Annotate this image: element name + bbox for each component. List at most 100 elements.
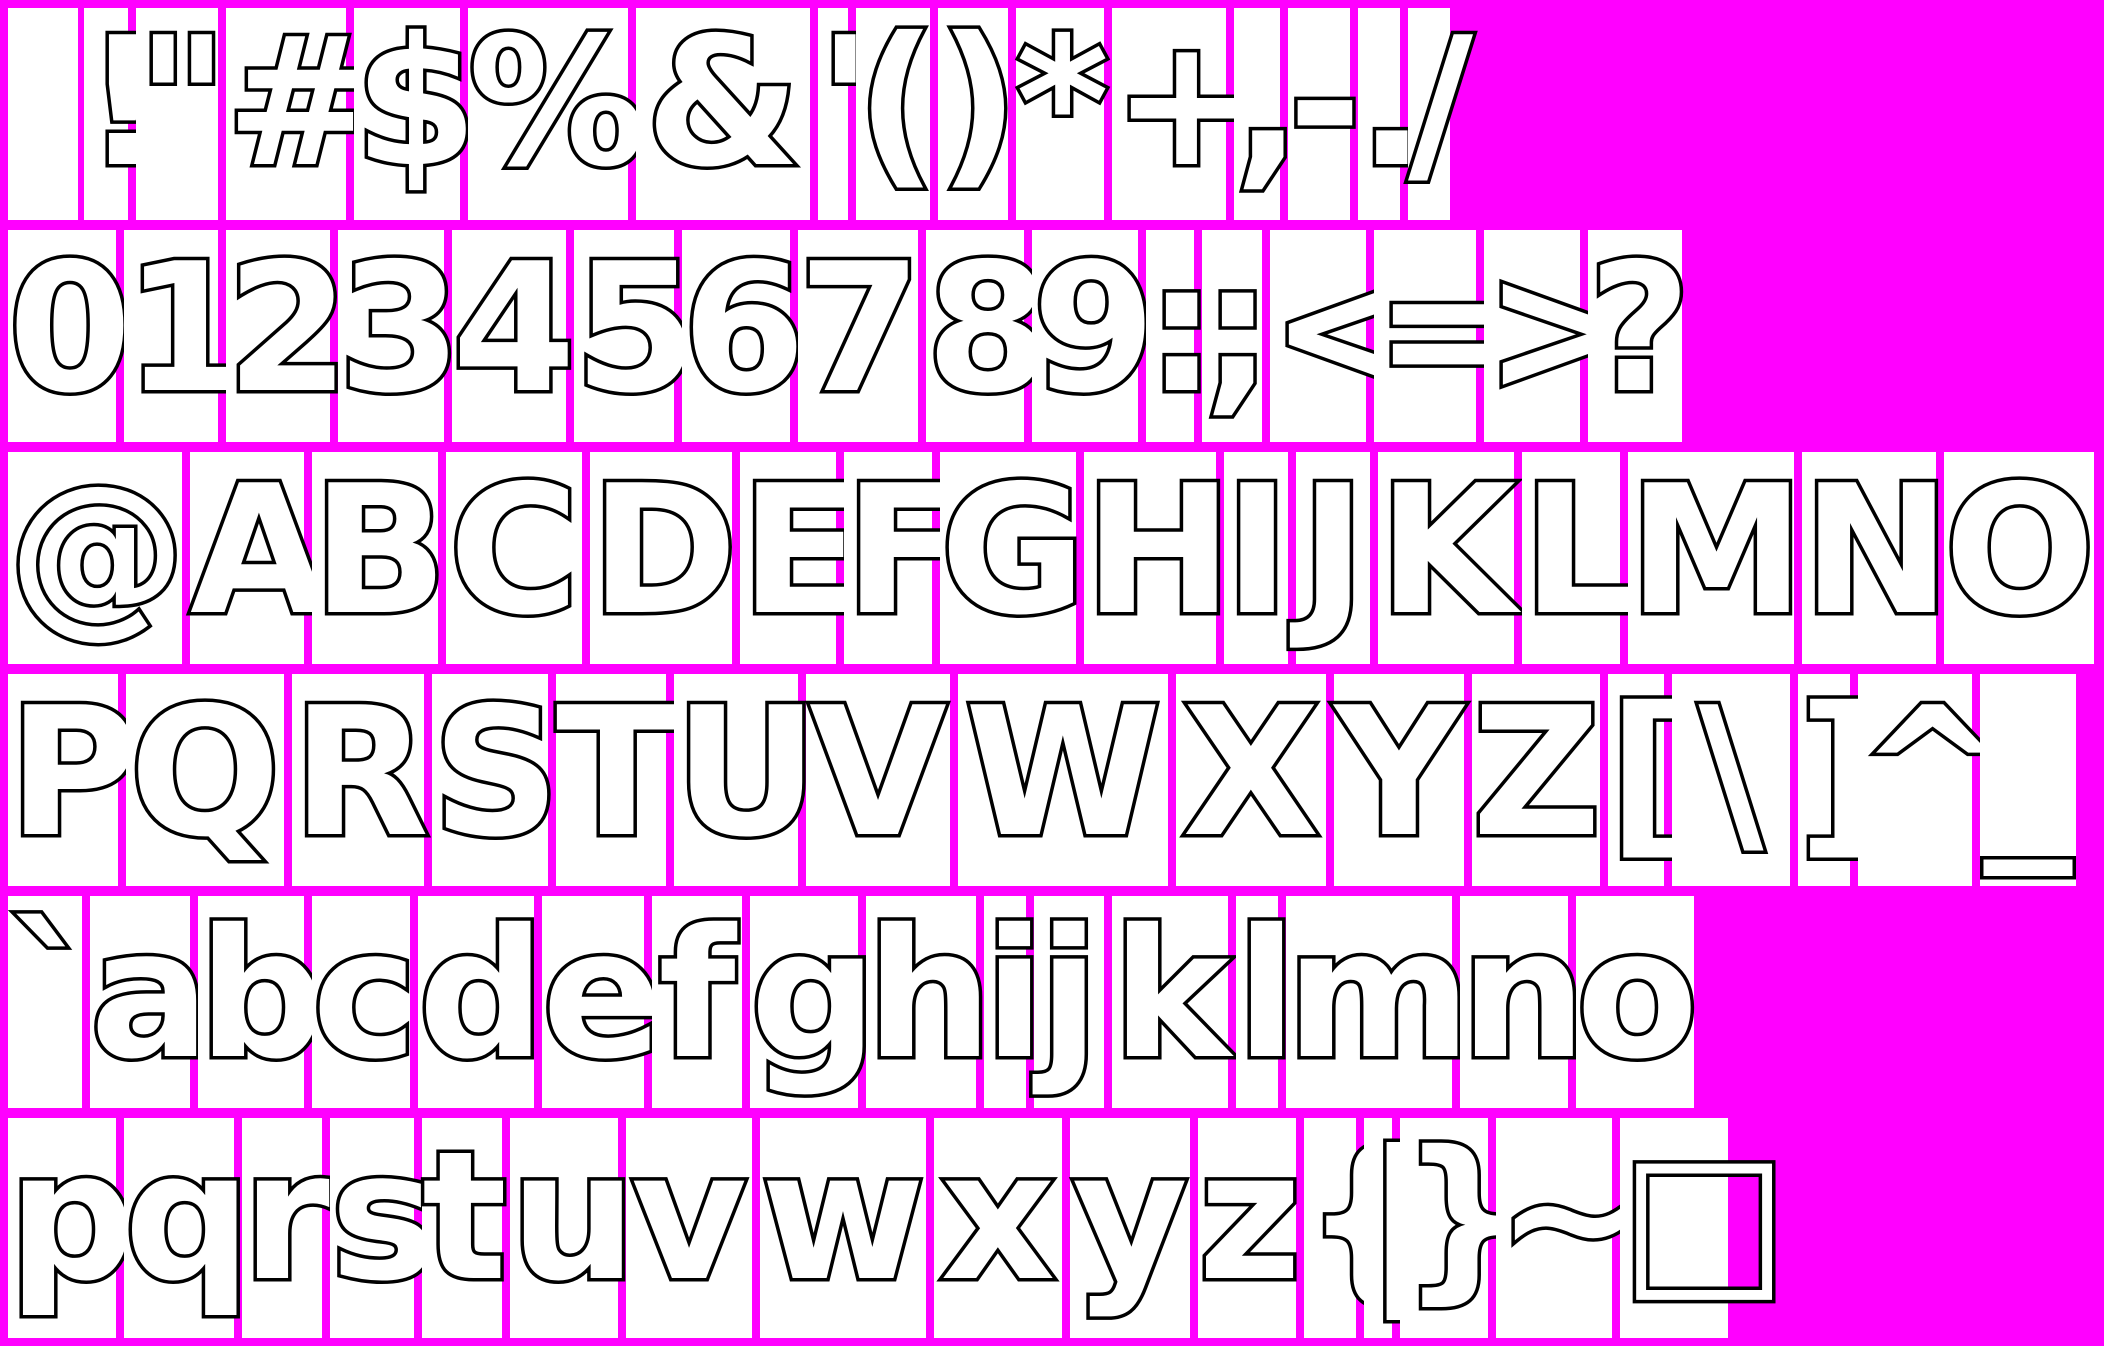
glyph-cell: # — [223, 8, 379, 220]
glyph-character: ^ — [1855, 669, 2011, 876]
glyph-cell: 9 — [1029, 230, 1159, 442]
glyph-character: f — [655, 891, 739, 1098]
glyph-cell: k — [1109, 896, 1234, 1108]
glyph-character: 7 — [795, 225, 926, 432]
glyph-character: H — [1081, 447, 1237, 654]
glyph-character: { — [1301, 1124, 1435, 1309]
glyph-cell: ] — [1795, 674, 1883, 886]
glyph-character: p — [5, 1113, 139, 1320]
glyph-cell: L — [1519, 452, 1639, 664]
glyph-character: F — [841, 447, 970, 654]
glyph-character: 5 — [571, 225, 702, 432]
glyph-cell: 1 — [121, 225, 252, 442]
glyph-cell: / — [1405, 0, 1477, 220]
glyph-character: m — [1283, 891, 1475, 1098]
glyph-character: < — [1267, 225, 1423, 432]
glyph-character: ` — [5, 891, 101, 1098]
glyph-cell: I — [1221, 447, 1294, 664]
glyph-cell: N — [1799, 447, 1955, 664]
glyph-cell: U — [671, 674, 822, 886]
glyph-cell: @ — [5, 447, 190, 664]
glyph-character: T — [553, 669, 681, 876]
glyph-character: @ — [5, 447, 190, 654]
glyph-character: S — [429, 669, 564, 876]
glyph-character: : — [1143, 225, 1221, 432]
glyph-cell: y — [1068, 1118, 1192, 1338]
glyph-cell: O — [1941, 452, 2099, 664]
glyph-character: 4 — [449, 225, 580, 432]
glyph-character: 3 — [335, 225, 466, 432]
glyph-cell: 3 — [335, 225, 466, 442]
glyph-character: . — [1355, 0, 1430, 206]
glyph-character: g — [747, 891, 881, 1098]
glyph-character: w — [757, 1113, 928, 1320]
glyph-cell: ` — [5, 891, 101, 1108]
glyph-cell: R — [289, 669, 433, 886]
glyph-cell: ? — [1585, 230, 1695, 442]
glyph-cell: _ — [1980, 674, 2076, 886]
glyph-character: s — [327, 1113, 440, 1320]
glyph-character: r — [239, 1113, 334, 1320]
glyph-character: N — [1799, 447, 1955, 654]
glyph-character: K — [1375, 447, 1520, 654]
glyph-cell: $ — [351, 8, 481, 220]
glyph-character: \ — [1695, 669, 1767, 876]
glyph-character: ~ — [1493, 1113, 1649, 1320]
glyph-cell — [8, 8, 78, 220]
glyph-cell: * — [1013, 8, 1113, 220]
glyph-cell: D — [587, 452, 741, 664]
glyph-character: 2 — [223, 225, 354, 432]
glyph-cell: 4 — [449, 225, 580, 442]
glyph-character: ( — [853, 0, 941, 206]
glyph-character: , — [1231, 0, 1306, 206]
glyph-character: t — [419, 1113, 511, 1320]
glyph-cell: 2 — [223, 225, 354, 442]
glyph-character: X — [1179, 669, 1323, 876]
glyph-cell: B — [309, 452, 451, 664]
glyph-cell: - — [1285, 8, 1365, 220]
glyph-cell: P — [5, 674, 142, 886]
glyph-character: V — [806, 669, 951, 876]
glyph-cell: a — [87, 896, 214, 1108]
glyph-cell: Z — [1469, 674, 1605, 886]
glyph-cell: 8 — [923, 225, 1054, 442]
glyph-character: & — [642, 0, 804, 206]
glyph-character: / — [1405, 0, 1477, 206]
glyph-cell: n — [1457, 891, 1591, 1108]
glyph-character: 8 — [923, 225, 1054, 432]
glyph-character: e — [539, 891, 667, 1098]
glyph-cell: { — [1301, 1118, 1435, 1338]
glyph-character: 0 — [5, 225, 136, 432]
glyph-character: □ — [1617, 1113, 1792, 1320]
glyph-cell: | — [1361, 1118, 1433, 1338]
glyph-cell: J — [1296, 452, 1370, 664]
glyph-cell: V — [806, 674, 950, 886]
glyph-cell: T — [553, 669, 681, 886]
glyph-character: v — [627, 1113, 750, 1320]
glyph-cell: [ — [1605, 674, 1693, 886]
glyph-character: i — [981, 891, 1049, 1098]
glyph-cell: e — [539, 891, 667, 1108]
glyph-cell: j — [1034, 896, 1104, 1108]
glyph-cell: ! — [81, 8, 169, 220]
glyph-cell: c — [309, 896, 421, 1108]
glyph-cell: ( — [853, 0, 941, 220]
glyph-character: ) — [935, 0, 1023, 206]
glyph-character: I — [1221, 447, 1294, 654]
glyph-cell: , — [1231, 0, 1306, 220]
glyph-character: 1 — [121, 225, 252, 432]
glyph-character: R — [289, 669, 433, 876]
glyph-cell: ~ — [1493, 1113, 1649, 1338]
glyph-cell: & — [636, 8, 810, 220]
glyph-cell: + — [1109, 0, 1265, 220]
glyph-character: } — [1397, 1113, 1531, 1320]
glyph-cell: 0 — [5, 225, 136, 442]
glyph-cell: H — [1081, 447, 1237, 664]
glyph-cell: ) — [935, 0, 1023, 220]
glyph-cell: A — [187, 452, 331, 664]
glyph-character: + — [1109, 0, 1265, 206]
glyph-cell: z — [1195, 1118, 1305, 1338]
glyph-character: b — [195, 891, 329, 1098]
glyph-character: n — [1457, 891, 1591, 1098]
glyph-character: J — [1296, 447, 1369, 654]
